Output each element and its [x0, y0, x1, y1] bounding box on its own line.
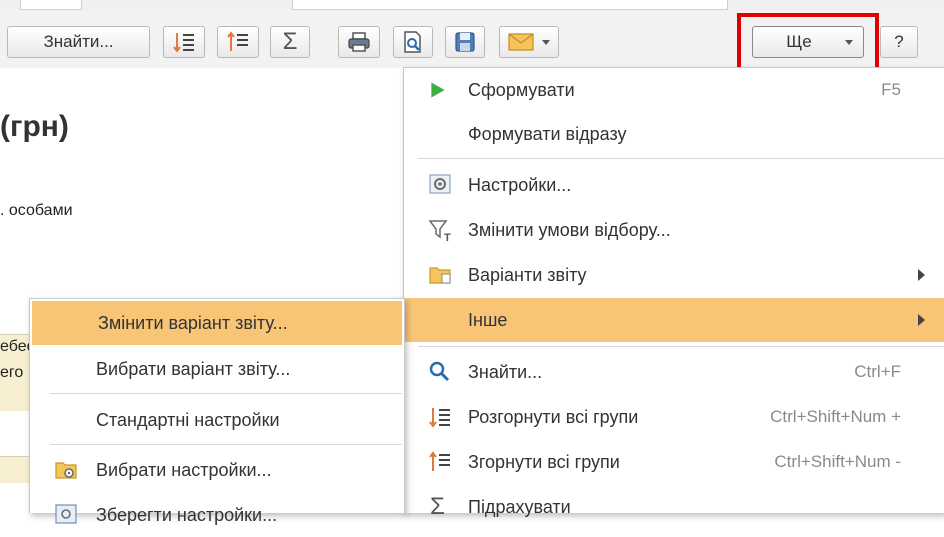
menu-item-find[interactable]: Знайти... Ctrl+F: [404, 350, 944, 394]
menu-item-expand-all-groups[interactable]: Розгорнути всі групи Ctrl+Shift+Num +: [404, 395, 944, 439]
menu-item-label: Підрахувати: [468, 496, 571, 517]
expand-groups-icon: [173, 33, 194, 53]
find-button[interactable]: Знайти...: [7, 26, 150, 58]
menu-item-label: Згорнути всі групи: [468, 451, 620, 472]
print-preview-icon: [404, 31, 421, 53]
collapse-groups-button[interactable]: [217, 26, 259, 58]
sum-button[interactable]: Σ: [270, 26, 310, 58]
menu-item-label: Настройки...: [468, 174, 572, 195]
menu-item-label: Інше: [468, 309, 508, 330]
menu-item-generate-immediately[interactable]: Формувати відразу: [404, 112, 944, 156]
chevron-down-icon: [542, 39, 550, 45]
submenu-item-label: Стандартні настройки: [96, 409, 280, 430]
submenu-item-select-settings[interactable]: Вибрати настройки...: [30, 448, 404, 492]
menu-item-shortcut: Ctrl+Shift+Num -: [774, 452, 901, 471]
help-button-label: ?: [894, 32, 904, 51]
submenu-arrow-icon: [918, 314, 925, 326]
search-icon: [429, 361, 450, 382]
menu-item-label: Змінити умови відбору...: [468, 219, 671, 240]
menu-item-settings[interactable]: Настройки...: [404, 163, 944, 207]
menu-item-shortcut: Ctrl+Shift+Num +: [770, 407, 901, 426]
other-submenu: Змінити варіант звіту... Вибрати варіант…: [29, 298, 405, 525]
help-button[interactable]: ?: [880, 26, 918, 58]
expand-groups-button[interactable]: [163, 26, 205, 58]
collapse-groups-icon: [429, 451, 450, 471]
menu-item-shortcut: F5: [881, 80, 901, 99]
filter-icon: T: [428, 220, 451, 242]
sigma-icon: Σ: [430, 493, 445, 520]
submenu-item-label: Зберегти настройки...: [96, 504, 278, 525]
submenu-item-change-variant[interactable]: Змінити варіант звіту...: [32, 301, 402, 345]
submenu-item-label: Вибрати настройки...: [96, 459, 272, 480]
more-actions-menu: Сформувати F5 Формувати відразу Настройк…: [403, 67, 944, 520]
menu-separator: [418, 346, 944, 347]
printer-icon: [348, 32, 370, 52]
table-header-text-2: его: [0, 364, 24, 381]
settings-icon: [429, 174, 451, 194]
menu-item-label: Формувати відразу: [468, 123, 627, 144]
submenu-item-select-variant[interactable]: Вибрати варіант звіту...: [30, 347, 404, 391]
print-preview-button[interactable]: [393, 26, 433, 58]
settings-folder-icon: [55, 462, 77, 479]
report-title: (грн): [0, 110, 69, 143]
menu-item-other[interactable]: Інше: [404, 298, 944, 342]
menu-separator: [50, 444, 402, 445]
menu-item-generate[interactable]: Сформувати F5: [404, 68, 944, 112]
save-icon: [455, 32, 475, 52]
play-icon: [431, 82, 445, 98]
menu-item-calculate[interactable]: Σ Підрахувати: [404, 485, 944, 529]
table-row: [0, 456, 30, 483]
menu-item-collapse-all-groups[interactable]: Згорнути всі групи Ctrl+Shift+Num -: [404, 440, 944, 484]
send-email-button[interactable]: [499, 26, 559, 58]
submenu-item-label: Вибрати варіант звіту...: [96, 358, 291, 379]
menu-item-shortcut: Ctrl+F: [854, 362, 901, 381]
menu-separator: [50, 393, 402, 394]
menu-item-label: Розгорнути всі групи: [468, 406, 639, 427]
submenu-item-save-settings[interactable]: Зберегти настройки...: [30, 493, 404, 537]
menu-item-label: Варіанти звіту: [468, 264, 587, 285]
tab-left[interactable]: [20, 0, 82, 10]
folder-icon: [429, 267, 451, 284]
expand-groups-icon: [429, 408, 450, 428]
search-field-top[interactable]: [292, 0, 728, 10]
collapse-groups-icon: [227, 31, 248, 51]
menu-item-label: Сформувати: [468, 79, 575, 100]
report-subtitle-line: . особами: [0, 202, 73, 219]
print-button[interactable]: [338, 26, 380, 58]
svg-text:T: T: [444, 232, 451, 242]
top-tab-strip: [0, 0, 944, 10]
submenu-item-standard-settings[interactable]: Стандартні настройки: [30, 398, 404, 442]
menu-item-label: Знайти...: [468, 361, 543, 382]
envelope-icon: [508, 33, 534, 51]
menu-item-report-variants[interactable]: Варіанти звіту: [404, 253, 944, 297]
table-header-text-1: ебес: [0, 338, 30, 355]
save-button[interactable]: [445, 26, 485, 58]
sigma-icon: Σ: [282, 28, 298, 55]
find-button-label: Знайти...: [43, 32, 114, 51]
save-settings-icon: [55, 504, 77, 524]
menu-item-change-filter[interactable]: T Змінити умови відбору...: [404, 208, 944, 252]
menu-separator: [418, 158, 944, 159]
submenu-arrow-icon: [918, 269, 925, 281]
highlight-frame: [737, 13, 879, 75]
submenu-item-label: Змінити варіант звіту...: [98, 312, 288, 333]
